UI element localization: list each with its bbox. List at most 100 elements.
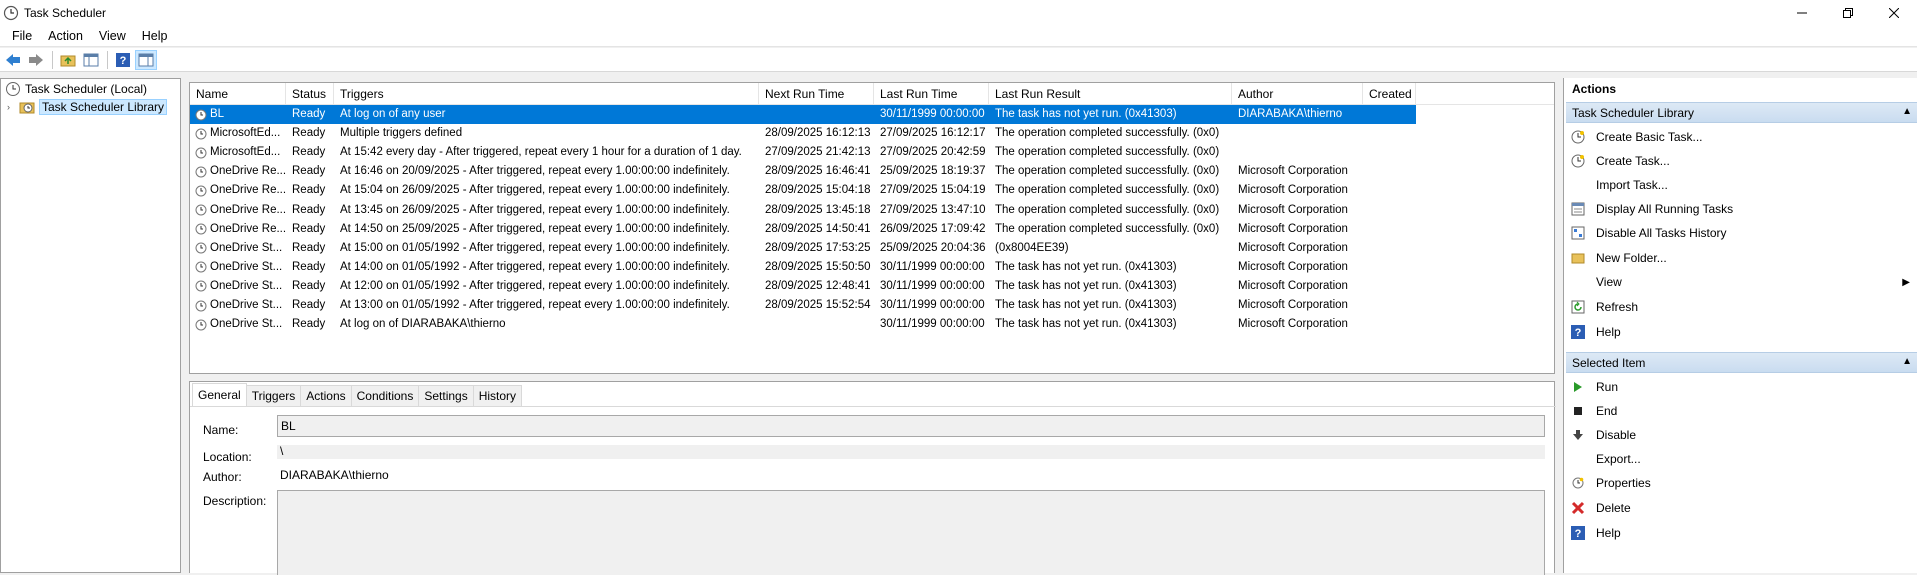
cell-last-run-result: The task has not yet run. (0x41303) [995,260,1177,273]
menu-view[interactable]: View [91,25,134,47]
up-folder-button[interactable] [57,50,79,70]
task-row[interactable]: OneDrive St... Ready At 13:00 on 01/05/199… [190,296,1554,315]
action-disable-all-tasks-history[interactable]: Disable All Tasks History [1570,223,1916,243]
task-row[interactable]: OneDrive St... Ready At 14:00 on 01/05/199… [190,258,1554,277]
cell-next-run-time: 28/09/2025 15:50:50 [765,260,871,273]
menu-action[interactable]: Action [40,25,91,47]
tab-actions[interactable]: Actions [300,385,352,406]
task-row[interactable]: MicrosoftEd... Ready Multiple triggers def… [190,124,1554,143]
column-header-created[interactable]: Created [1363,83,1416,105]
action-label: Help [1596,325,1621,339]
tab-general[interactable]: General [192,383,247,406]
disable-icon [1570,427,1586,443]
cell-last-run-time: 25/09/2025 20:04:36 [880,241,986,254]
column-header-author[interactable]: Author [1232,83,1363,105]
tree-item-label: Task Scheduler Library [39,99,168,115]
cell-triggers: At 12:00 on 01/05/1992 - After triggered… [340,279,730,292]
collapse-caret-icon[interactable]: ▲ [1902,356,1912,367]
cell-next-run-time [759,315,874,334]
action-run[interactable]: Run [1570,377,1916,397]
action-help[interactable]: ? Help [1570,322,1916,342]
cell-name: BL [190,105,286,124]
action-end[interactable]: End [1570,401,1916,421]
action-export[interactable]: Export... [1570,449,1916,469]
menu-file[interactable]: File [4,25,40,47]
action-view[interactable]: View ▶ [1570,272,1916,292]
action-properties[interactable]: Properties [1570,473,1916,493]
action-refresh[interactable]: Refresh [1570,297,1916,317]
task-list: Name Status Triggers Next Run Time Last … [189,82,1555,374]
column-header-last-run-result[interactable]: Last Run Result [989,83,1232,105]
action-pane-icon [138,53,154,66]
description-field[interactable] [277,490,1545,575]
task-clock-icon [195,280,207,292]
task-row[interactable]: OneDrive Re... Ready At 16:46 on 20/09/202… [190,162,1554,181]
cell-name: OneDrive Re... [190,162,286,181]
task-row[interactable]: MicrosoftEd... Ready At 15:42 every day - … [190,143,1554,162]
action-import-task[interactable]: Import Task... [1570,175,1916,195]
expand-chevron-icon[interactable]: › [7,102,19,112]
cell-author: Microsoft Corporation [1238,241,1348,254]
name-label: Name: [203,423,239,437]
restore-icon [1843,7,1853,18]
task-clock-icon [195,109,207,120]
action-display-running-tasks[interactable]: Display All Running Tasks [1570,199,1916,219]
properties-icon [1570,475,1586,491]
cell-created [1363,181,1416,200]
task-row[interactable]: OneDrive St... Ready At 12:00 on 01/05/199… [190,277,1554,296]
restore-button[interactable] [1825,0,1871,25]
cell-last-run-time: 27/09/2025 13:47:10 [880,203,986,216]
cell-created [1363,239,1416,258]
help-toolbar-button[interactable]: ? [112,50,134,70]
minimize-button[interactable] [1779,0,1825,25]
tab-settings[interactable]: Settings [418,385,474,406]
action-disable[interactable]: Disable [1570,425,1916,445]
task-row[interactable]: OneDrive Re... Ready At 13:45 on 26/09/202… [190,201,1554,220]
view-icon [1570,274,1586,290]
cell-last-run-time: 30/11/1999 00:00:00 [880,279,985,292]
action-label: Display All Running Tasks [1596,202,1734,216]
action-delete[interactable]: Delete [1570,498,1916,518]
cell-name: OneDrive St... [190,315,286,334]
collapse-caret-icon[interactable]: ▲ [1902,106,1912,117]
action-new-folder[interactable]: New Folder... [1570,248,1916,268]
action-create-task[interactable]: Create Task... [1570,151,1916,171]
column-header-name[interactable]: Name [190,83,286,105]
general-tab-body: Name: BL Location: \ Author: DIARABAKA\t… [190,406,1556,575]
show-hide-console-tree-button[interactable] [80,50,102,70]
task-row[interactable]: OneDrive St... Ready At 15:00 on 01/05/199… [190,239,1554,258]
task-row[interactable]: OneDrive Re... Ready At 15:04 on 26/09/202… [190,181,1554,200]
section-selected-item[interactable]: Selected Item ▲ [1566,352,1917,373]
console-tree: Task Scheduler (Local) › Task Scheduler … [0,78,181,573]
back-button[interactable] [2,50,24,70]
task-row[interactable]: OneDrive St... Ready At log on of DIARABAK… [190,315,1554,334]
cell-next-run-time: 28/09/2025 15:04:18 [765,184,871,197]
tab-triggers[interactable]: Triggers [245,385,302,406]
task-clock-icon [195,204,207,216]
tab-history[interactable]: History [472,385,523,406]
column-header-last-run-time[interactable]: Last Run Time [874,83,989,105]
column-header-triggers[interactable]: Triggers [334,83,759,105]
tree-item-library[interactable]: › Task Scheduler Library [7,98,168,116]
section-task-scheduler-library[interactable]: Task Scheduler Library ▲ [1566,102,1917,123]
task-name-label: OneDrive St... [210,260,283,273]
cell-author: Microsoft Corporation [1238,203,1348,216]
forward-button[interactable] [25,50,47,70]
cell-last-run-result: The operation completed successfully. (0… [995,146,1220,159]
close-button[interactable] [1871,0,1917,25]
tab-conditions[interactable]: Conditions [350,385,420,406]
section-title: Selected Item [1572,355,1646,370]
action-create-basic-task[interactable]: Create Basic Task... [1570,127,1916,147]
task-row[interactable]: BL Ready At log on of any user 30/11/1999 0… [190,105,1416,124]
action-help-selected[interactable]: ? Help [1570,523,1916,543]
cell-triggers: Multiple triggers defined [340,127,463,140]
name-field[interactable]: BL [277,415,1545,437]
menu-help[interactable]: Help [134,25,176,47]
column-header-next-run-time[interactable]: Next Run Time [759,83,874,105]
show-hide-action-pane-button[interactable] [135,49,157,70]
column-header-status[interactable]: Status [286,83,334,105]
task-row[interactable]: OneDrive Re... Ready At 14:50 on 25/09/202… [190,220,1554,239]
action-label: Delete [1596,501,1631,515]
tree-item-local[interactable]: Task Scheduler (Local) [5,80,147,98]
console-tree-icon [83,53,99,66]
